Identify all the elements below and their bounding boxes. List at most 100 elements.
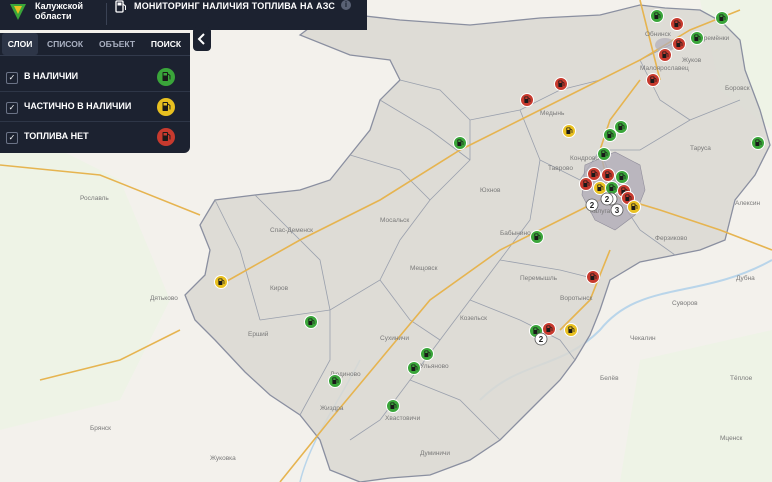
layer-label: ЧАСТИЧНО В НАЛИЧИИ — [24, 101, 132, 111]
place-label: Белёв — [600, 375, 619, 382]
fuel-station-marker[interactable] — [386, 399, 400, 413]
cluster-marker[interactable]: 3 — [610, 203, 624, 217]
tab-layers[interactable]: СЛОИ — [2, 33, 38, 55]
place-label: Ульяново — [420, 363, 449, 370]
divider — [0, 121, 190, 122]
place-label: Суворов — [672, 300, 698, 307]
divider — [106, 3, 107, 25]
fuel-station-marker[interactable] — [586, 270, 600, 284]
place-label: Думиничи — [420, 450, 450, 457]
brand-line: области — [35, 11, 72, 21]
place-label: Медынь — [540, 110, 565, 117]
place-label: Хвастовичи — [385, 415, 421, 422]
place-label: Малоярославец — [640, 65, 689, 72]
place-label: Брянск — [90, 425, 111, 432]
fuel-station-marker[interactable] — [328, 374, 342, 388]
place-label: Боровск — [725, 85, 750, 92]
fuel-station-marker[interactable] — [564, 323, 578, 337]
fuel-station-marker[interactable] — [214, 275, 228, 289]
place-label: Сухиничи — [380, 335, 409, 342]
tab-search[interactable]: ПОИСК — [146, 33, 186, 55]
brand-line: Калужской — [35, 1, 84, 11]
panel-tabs: СЛОИ СПИСОК ОБЪЕКТ ПОИСК — [0, 33, 190, 55]
fuel-station-marker[interactable] — [562, 124, 576, 138]
collapse-panel-button[interactable] — [193, 27, 211, 51]
place-label: Жуковка — [210, 455, 236, 462]
layers-panel: СЛОИ СПИСОК ОБЪЕКТ ПОИСК ✓ В НАЛИЧИИ ✓ Ч… — [0, 33, 190, 153]
layer-label: В НАЛИЧИИ — [24, 71, 79, 81]
fuel-station-marker[interactable] — [407, 361, 421, 375]
fuel-station-marker[interactable] — [650, 9, 664, 23]
layer-row-partial[interactable]: ✓ ЧАСТИЧНО В НАЛИЧИИ — [0, 93, 190, 121]
brand-name: Калужской области — [35, 1, 83, 21]
fuel-pump-icon — [157, 128, 175, 146]
fuel-station-marker[interactable] — [670, 17, 684, 31]
cluster-count: 2 — [590, 201, 595, 210]
fuel-station-marker[interactable] — [615, 170, 629, 184]
place-label: Бабынино — [500, 229, 531, 237]
fuel-station-marker[interactable] — [304, 315, 318, 329]
fuel-station-marker[interactable] — [530, 230, 544, 244]
fuel-station-marker[interactable] — [520, 93, 534, 107]
fuel-station-marker[interactable] — [627, 200, 641, 214]
cluster-count: 3 — [615, 206, 620, 215]
place-label: Дятьково — [150, 295, 178, 302]
layer-row-none[interactable]: ✓ ТОПЛИВА НЕТ — [0, 123, 190, 151]
place-label: Чекалин — [630, 335, 656, 342]
fuel-pump-icon — [157, 68, 175, 86]
fuel-station-marker[interactable] — [554, 77, 568, 91]
cluster-marker[interactable]: 2 — [534, 332, 548, 346]
cluster-count: 2 — [539, 335, 544, 344]
fuel-station-marker[interactable] — [597, 147, 611, 161]
place-label: Кремёнки — [700, 35, 730, 42]
fuel-station-marker[interactable] — [614, 120, 628, 134]
cluster-marker[interactable]: 2 — [600, 192, 614, 206]
fuel-station-marker[interactable] — [420, 347, 434, 361]
place-label: Спас-Деменск — [270, 227, 313, 234]
fuel-station-marker[interactable] — [658, 48, 672, 62]
place-label: Ферзиково — [655, 235, 688, 242]
place-label: Дубна — [736, 274, 755, 282]
fuel-pump-icon — [115, 0, 126, 13]
place-label: Воротынск — [560, 295, 593, 302]
layer-label: ТОПЛИВА НЕТ — [24, 131, 89, 141]
place-label: Тёплое — [730, 375, 753, 382]
divider — [0, 91, 190, 92]
fuel-station-marker[interactable] — [593, 181, 607, 195]
place-label: Козельск — [460, 315, 487, 322]
layer-checkbox[interactable]: ✓ — [6, 72, 18, 84]
place-label: Перемышль — [520, 275, 558, 282]
fuel-station-marker[interactable] — [672, 37, 686, 51]
layer-checkbox[interactable]: ✓ — [6, 102, 18, 114]
layer-checkbox[interactable]: ✓ — [6, 132, 18, 144]
tab-list[interactable]: СПИСОК — [42, 33, 88, 55]
fuel-station-marker[interactable] — [751, 136, 765, 150]
fuel-station-marker[interactable] — [715, 11, 729, 25]
fuel-station-marker[interactable] — [646, 73, 660, 87]
place-label: Таврово — [548, 165, 573, 172]
place-label: Мценск — [720, 435, 743, 442]
fuel-station-marker[interactable] — [579, 177, 593, 191]
fuel-station-marker[interactable] — [690, 31, 704, 45]
layer-row-available[interactable]: ✓ В НАЛИЧИИ — [0, 63, 190, 91]
fuel-station-marker[interactable] — [601, 168, 615, 182]
place-label: Жиздра — [320, 405, 344, 412]
place-label: Мещовск — [410, 265, 438, 272]
page-title: МОНИТОРИНГ НАЛИЧИЯ ТОПЛИВА НА АЗС — [134, 1, 336, 11]
logo-icon — [10, 4, 26, 20]
place-label: Мосальск — [380, 217, 409, 224]
place-label: Юхнов — [480, 187, 501, 194]
top-bar: Калужской области МОНИТОРИНГ НАЛИЧИЯ ТОП… — [0, 0, 367, 30]
divider — [0, 55, 190, 56]
cluster-count: 2 — [605, 195, 610, 204]
cluster-marker[interactable]: 2 — [585, 198, 599, 212]
tab-object[interactable]: ОБЪЕКТ — [92, 33, 142, 55]
fuel-station-marker[interactable] — [603, 128, 617, 142]
place-label: Жуков — [682, 57, 702, 64]
place-label: Ерший — [248, 330, 269, 338]
fuel-pump-icon — [157, 98, 175, 116]
fuel-station-marker[interactable] — [605, 181, 619, 195]
fuel-station-marker[interactable] — [542, 322, 556, 336]
fuel-station-marker[interactable] — [453, 136, 467, 150]
info-icon[interactable]: i — [341, 0, 351, 10]
